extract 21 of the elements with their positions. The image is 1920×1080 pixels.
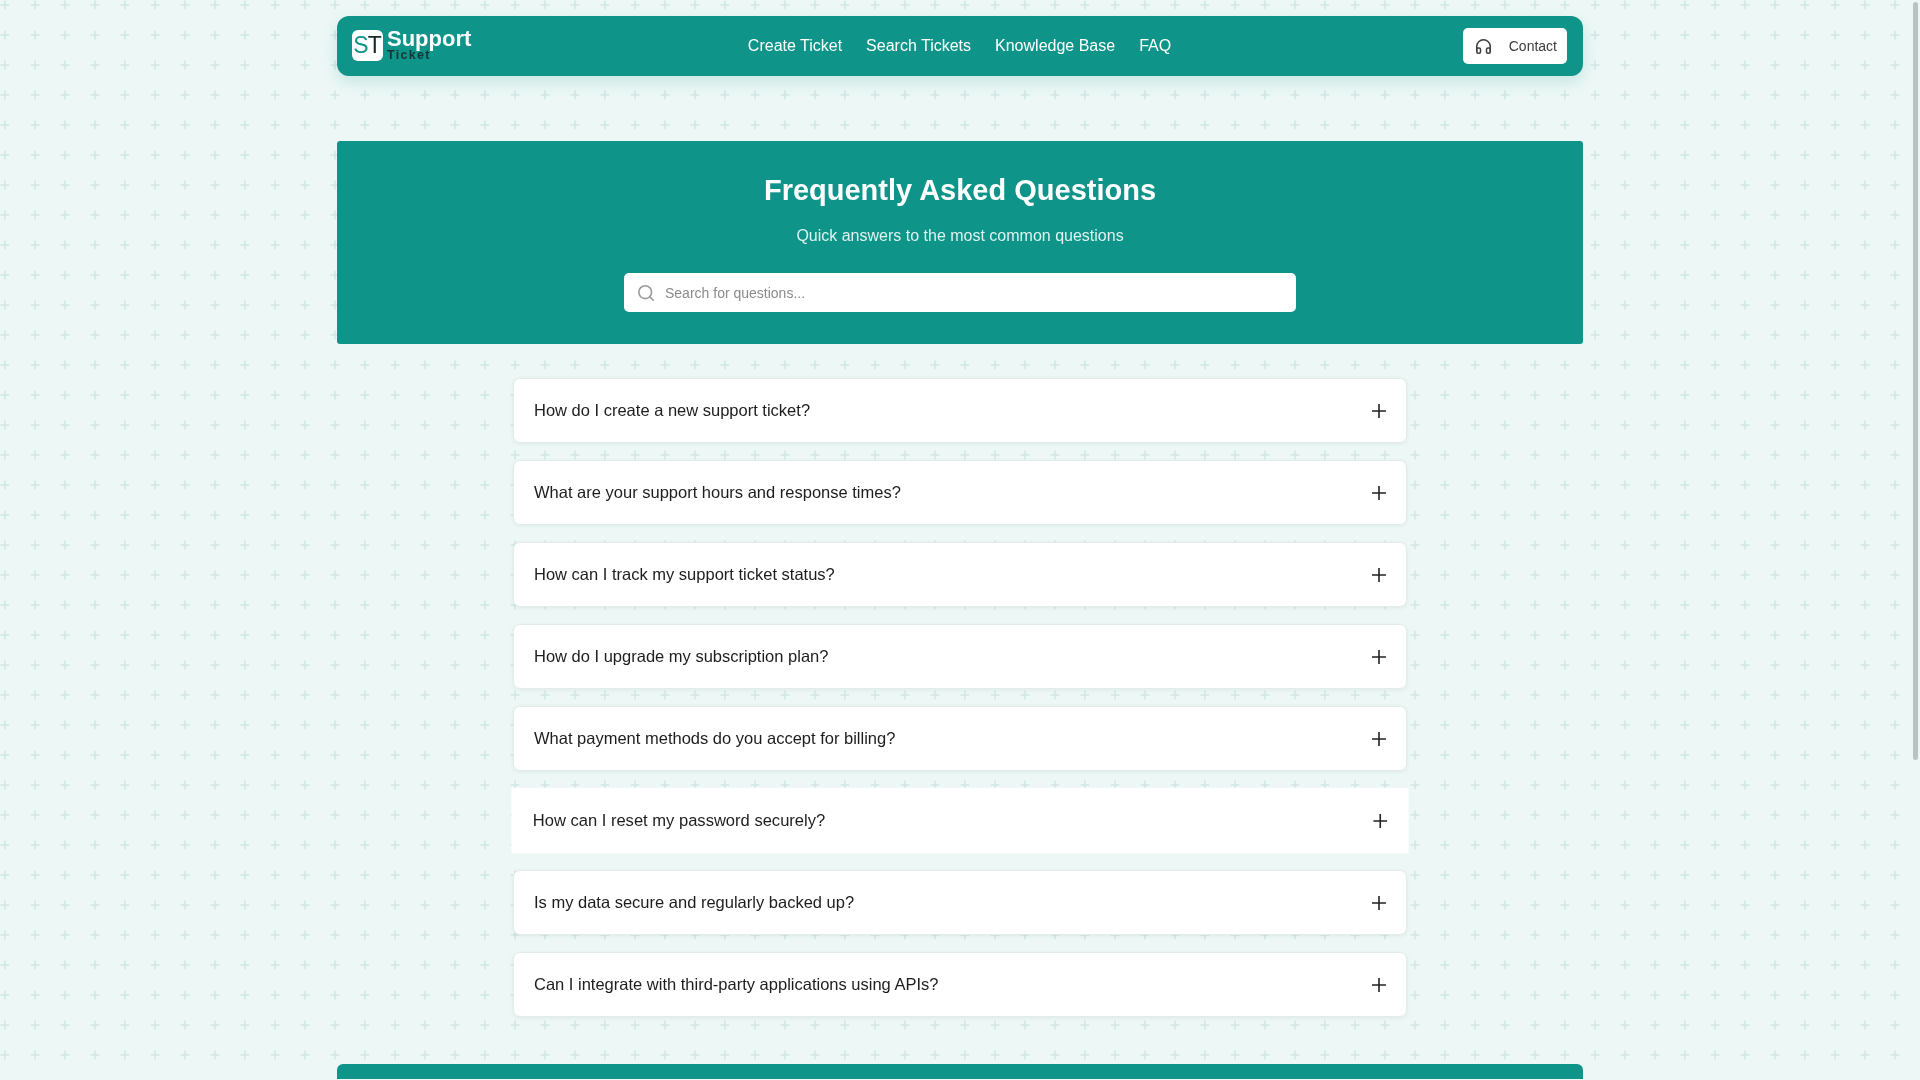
faq-question-button[interactable]: How can I track my support ticket status? xyxy=(513,542,1407,607)
page-title: Frequently Asked Questions xyxy=(763,173,1157,208)
contact-button[interactable]: Contact xyxy=(1462,28,1567,64)
faq-question-button[interactable]: Can I integrate with third-party applications using APIs? xyxy=(513,952,1407,1017)
brand-name: Support xyxy=(387,28,472,49)
nav-link[interactable]: Knowledge Base xyxy=(995,37,1116,55)
faq-question-button[interactable]: What are your support hours and response times? xyxy=(513,460,1407,525)
nav-link[interactable]: Create Ticket xyxy=(747,37,843,55)
nav-link[interactable]: Search Tickets xyxy=(866,37,972,55)
faq-question-button[interactable]: How do I create a new support ticket? xyxy=(513,378,1407,443)
search-field[interactable]: Search for questions... xyxy=(624,273,1296,312)
faq-question-button[interactable]: How can I reset my password securely? xyxy=(511,787,1409,854)
nav-link[interactable]: FAQ xyxy=(1139,37,1172,55)
faq-question-button[interactable]: Is my data secure and regularly backed up? xyxy=(513,870,1407,935)
headphones-icon xyxy=(1475,38,1491,54)
page-subtitle: Quick answers to the most common questions xyxy=(796,226,1124,246)
faq-question-button[interactable]: What payment methods do you accept for billing? xyxy=(513,706,1407,771)
faq-question-button[interactable]: How do I upgrade my subscription plan? xyxy=(513,624,1407,689)
search-icon xyxy=(638,285,654,301)
scrollbar[interactable] xyxy=(1913,2,1918,760)
logo-mark: ST xyxy=(352,29,383,61)
